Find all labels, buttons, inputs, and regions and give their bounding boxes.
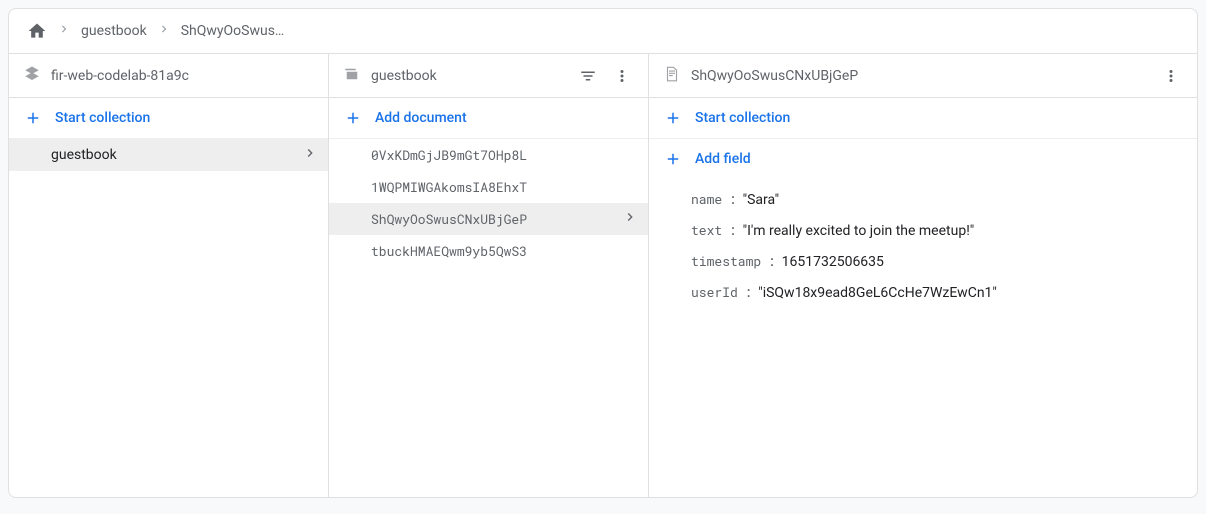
database-icon: [23, 65, 41, 87]
doc-start-collection-button[interactable]: Start collection: [649, 98, 1197, 139]
column-collection-header: guestbook: [329, 54, 648, 98]
column-root-header: fir-web-codelab-81a9c: [9, 54, 328, 98]
document-item[interactable]: ShQwyOoSwusCNxUBjGeP: [329, 203, 648, 235]
more-vert-icon[interactable]: [610, 64, 634, 88]
chevron-right-icon: [622, 209, 638, 229]
columns: fir-web-codelab-81a9c Start collection g…: [9, 54, 1197, 497]
document-item[interactable]: 0VxKDmGjJB9mGt7OHp8L: [329, 139, 648, 171]
field-key: text: [691, 221, 722, 239]
add-field-button[interactable]: Add field: [649, 139, 1197, 179]
chevron-right-icon: [157, 22, 171, 40]
chevron-right-icon: [302, 145, 318, 165]
field-value: "I'm really excited to join the meetup!": [743, 223, 975, 239]
field-value: 1651732506635: [782, 254, 884, 270]
document-item[interactable]: tbuckHMAEQwm9yb5QwS3: [329, 235, 648, 267]
document-item-label: tbuckHMAEQwm9yb5QwS3: [371, 242, 527, 260]
collection-item[interactable]: guestbook: [9, 139, 328, 171]
field-value: "Sara": [743, 192, 780, 208]
root-title: fir-web-codelab-81a9c: [51, 68, 314, 84]
document-item-label: 0VxKDmGjJB9mGt7OHp8L: [371, 146, 527, 164]
home-icon[interactable]: [27, 21, 47, 41]
chevron-right-icon: [57, 22, 71, 40]
field-row[interactable]: text: "I'm really excited to join the me…: [649, 214, 1197, 245]
plus-icon: [343, 108, 363, 128]
field-key: userId: [691, 283, 738, 301]
document-item-label: ShQwyOoSwusCNxUBjGeP: [371, 210, 527, 228]
plus-icon: [23, 108, 43, 128]
breadcrumb: guestbook ShQwyOoSwus…: [9, 9, 1197, 54]
column-document: ShQwyOoSwusCNxUBjGeP Start collection Ad…: [649, 54, 1197, 497]
field-row[interactable]: timestamp: 1651732506635: [649, 245, 1197, 276]
documents-list: 0VxKDmGjJB9mGt7OHp8L 1WQPMIWGAkomsIA8Ehx…: [329, 139, 648, 497]
breadcrumb-item-document[interactable]: ShQwyOoSwus…: [181, 23, 285, 39]
breadcrumb-item-collection[interactable]: guestbook: [81, 23, 147, 39]
add-document-label: Add document: [375, 110, 467, 126]
more-vert-icon[interactable]: [1159, 64, 1183, 88]
field-key: name: [691, 190, 722, 208]
document-item[interactable]: 1WQPMIWGAkomsIA8EhxT: [329, 171, 648, 203]
start-collection-button[interactable]: Start collection: [9, 98, 328, 139]
document-title: ShQwyOoSwusCNxUBjGeP: [691, 68, 1149, 84]
plus-icon: [663, 108, 683, 128]
field-row[interactable]: name: "Sara": [649, 183, 1197, 214]
root-collections-list: guestbook: [9, 139, 328, 497]
collection-title: guestbook: [371, 68, 566, 84]
collection-item-label: guestbook: [51, 147, 117, 163]
field-key: timestamp: [691, 252, 761, 270]
column-root: fir-web-codelab-81a9c Start collection g…: [9, 54, 329, 497]
filter-icon[interactable]: [576, 64, 600, 88]
document-icon: [663, 65, 681, 87]
column-collection: guestbook Add document 0VxKDmGjJB9mGt7OH…: [329, 54, 649, 497]
collection-icon: [343, 65, 361, 87]
add-field-label: Add field: [695, 151, 751, 167]
column-document-header: ShQwyOoSwusCNxUBjGeP: [649, 54, 1197, 98]
plus-icon: [663, 149, 683, 169]
add-document-button[interactable]: Add document: [329, 98, 648, 139]
start-collection-label: Start collection: [55, 110, 150, 126]
doc-start-collection-label: Start collection: [695, 110, 790, 126]
fields-list: name: "Sara" text: "I'm really excited t…: [649, 179, 1197, 307]
firestore-panel: guestbook ShQwyOoSwus… fir-web-codelab-8…: [8, 8, 1198, 498]
document-item-label: 1WQPMIWGAkomsIA8EhxT: [371, 178, 527, 196]
field-value: "iSQw18x9ead8GeL6CcHe7WzEwCn1": [758, 285, 997, 301]
field-row[interactable]: userId: "iSQw18x9ead8GeL6CcHe7WzEwCn1": [649, 276, 1197, 307]
